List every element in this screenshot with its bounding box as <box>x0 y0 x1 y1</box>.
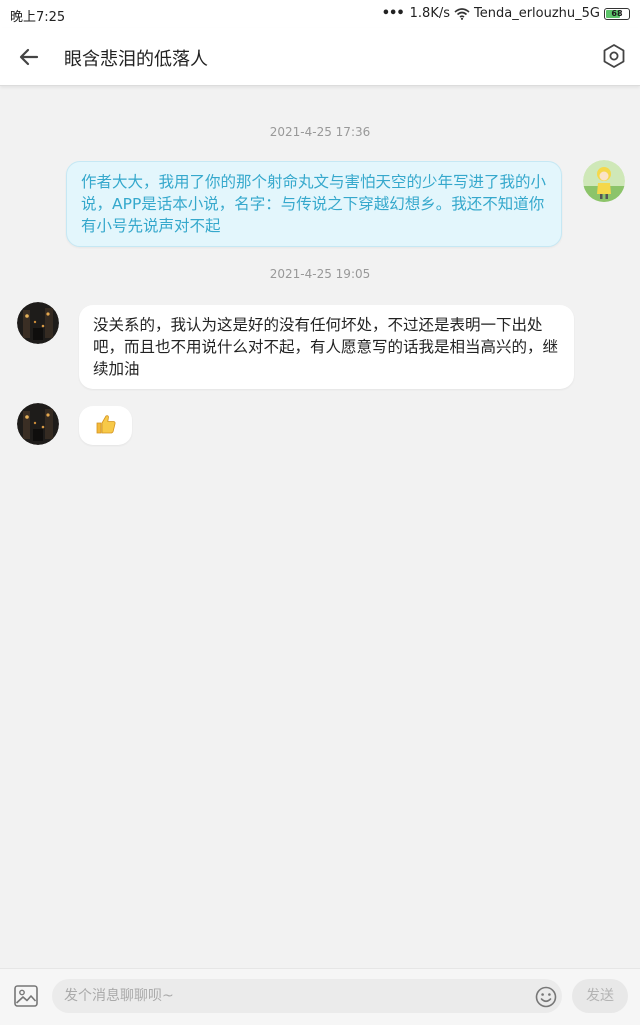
emoji-button[interactable] <box>535 986 557 1008</box>
message-timestamp: 2021-4-25 17:36 <box>269 125 371 139</box>
thumbs-up-icon <box>96 415 115 434</box>
signal-dots-icon: ••• <box>381 6 405 21</box>
message-input-bar: 发送 <box>0 968 640 1025</box>
wifi-name: Tenda_erlouzhu_5G <box>474 6 600 21</box>
hexagon-settings-icon <box>603 44 625 68</box>
incoming-message-bubble[interactable]: 没关系的，我认为这是好的没有任何坏处，不过还是表明一下出处吧，而且也不用说什么对… <box>79 305 574 389</box>
network-speed: 1.8K/s <box>409 6 451 21</box>
my-avatar[interactable] <box>583 160 625 202</box>
chat-header: 眼含悲泪的低落人 <box>0 28 640 86</box>
avatar-image <box>583 160 625 202</box>
status-bar: 晚上7:25 ••• 1.8K/s Tenda_erlouzhu_5G 68 <box>0 0 640 28</box>
send-button[interactable]: 发送 <box>572 979 628 1013</box>
page-title: 眼含悲泪的低落人 <box>64 49 208 70</box>
message-text: 没关系的，我认为这是好的没有任何坏处，不过还是表明一下出处吧，而且也不用说什么对… <box>93 316 559 378</box>
message-timestamp: 2021-4-25 19:05 <box>269 267 371 281</box>
status-indicators: ••• 1.8K/s Tenda_erlouzhu_5G 68 <box>382 6 630 21</box>
smiley-icon <box>535 986 557 1008</box>
incoming-emoji-bubble[interactable] <box>79 406 132 445</box>
chat-message-list[interactable]: 2021-4-25 17:36 作者大大，我用了你的那个射命丸文与害怕天空的少年… <box>0 86 640 968</box>
wifi-icon <box>454 7 470 20</box>
message-input[interactable] <box>52 979 562 1013</box>
avatar-image <box>17 403 59 445</box>
message-text: 作者大大，我用了你的那个射命丸文与害怕天空的少年写进了我的小说，APP是话本小说… <box>81 173 547 235</box>
image-icon <box>14 985 38 1007</box>
avatar-image <box>17 302 59 344</box>
back-button[interactable] <box>14 42 44 72</box>
status-time: 晚上7:25 <box>10 10 66 25</box>
image-button[interactable] <box>14 985 38 1007</box>
battery-level: 68 <box>611 8 623 18</box>
contact-avatar[interactable] <box>17 302 59 344</box>
battery-icon: 68 <box>604 7 630 20</box>
contact-avatar[interactable] <box>17 403 59 445</box>
outgoing-message-bubble[interactable]: 作者大大，我用了你的那个射命丸文与害怕天空的少年写进了我的小说，APP是话本小说… <box>66 161 562 247</box>
settings-button[interactable] <box>600 42 628 70</box>
arrow-left-icon <box>19 48 39 66</box>
